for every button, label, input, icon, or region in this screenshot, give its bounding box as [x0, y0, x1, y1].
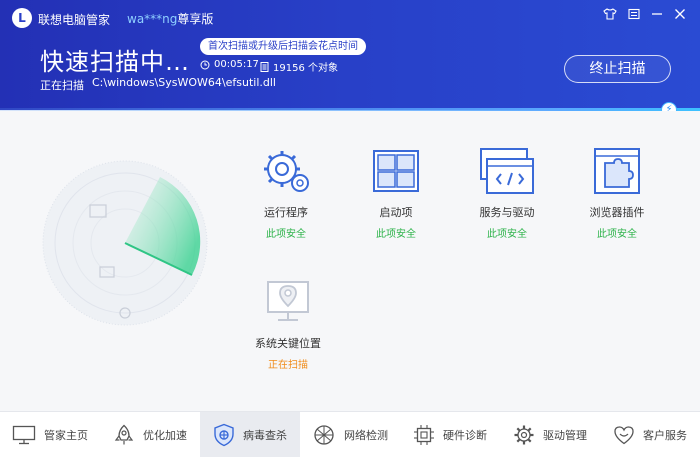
skin-icon[interactable] — [600, 7, 620, 25]
nav-label: 病毒查杀 — [243, 429, 287, 442]
item-label: 启动项 — [379, 206, 413, 219]
nav-hardware[interactable]: 硬件诊断 — [400, 412, 500, 457]
user-tier: 尊享版 — [177, 12, 214, 26]
stop-scan-button[interactable]: 终止扫描 — [564, 55, 671, 83]
menu-icon[interactable] — [624, 7, 644, 25]
nav-home[interactable]: 管家主页 — [0, 412, 100, 457]
item-label: 系统关键位置 — [255, 337, 321, 350]
scan-title: 快速扫描中… — [40, 48, 190, 76]
minimize-icon[interactable] — [647, 7, 667, 25]
close-icon[interactable] — [670, 7, 690, 25]
scan-item-system-key-locations: 系统关键位置 正在扫描 — [238, 278, 338, 371]
app-name: 联想电脑管家 — [38, 13, 111, 27]
object-count: 19156 个对象 — [260, 59, 338, 74]
code-window-icon — [480, 148, 534, 194]
file-icon — [260, 61, 269, 72]
nav-label: 驱动管理 — [543, 429, 587, 442]
item-status: 此项安全 — [597, 229, 637, 240]
item-status: 此项安全 — [266, 229, 306, 240]
item-status: 此项安全 — [487, 229, 527, 240]
item-label: 服务与驱动 — [479, 206, 535, 219]
radar-scanner — [42, 160, 208, 326]
nav-virus-scan[interactable]: 病毒查杀 — [200, 412, 300, 457]
lenovo-logo-icon: L — [12, 8, 32, 28]
scan-path: C:\windows\SysWOW64\efsutil.dll — [92, 76, 276, 89]
nav-label: 管家主页 — [44, 429, 88, 442]
rocket-icon — [114, 424, 134, 445]
location-monitor-icon — [267, 281, 309, 321]
user-account[interactable]: wa***ng尊享版 — [127, 10, 213, 27]
scan-item-services-drivers: 服务与驱动 此项安全 — [457, 147, 557, 240]
scan-item-running-programs: 运行程序 此项安全 — [236, 147, 336, 240]
scan-item-startup: 启动项 此项安全 — [346, 147, 446, 240]
bottom-nav: 管家主页 优化加速 病毒查杀 网络检测 硬件诊断 驱动管理 客户服务 — [0, 411, 700, 457]
elapsed-time: 00:05:17 — [200, 59, 259, 70]
clock-icon — [200, 60, 210, 69]
heart-icon — [614, 426, 634, 445]
nav-label: 网络检测 — [344, 429, 388, 442]
monitor-icon — [12, 425, 36, 445]
user-id: wa***ng — [127, 12, 178, 26]
object-count-value: 19156 个对象 — [273, 63, 338, 74]
scan-item-browser-plugins: 浏览器插件 此项安全 — [567, 147, 667, 240]
gear-icon — [514, 425, 534, 445]
network-icon — [314, 425, 334, 445]
nav-optimize[interactable]: 优化加速 — [100, 412, 200, 457]
chip-icon — [414, 425, 434, 445]
title-bar: L 联想电脑管家 wa***ng尊享版 快速扫描中… 首次扫描或升级后扫描会花点… — [0, 0, 700, 110]
nav-label: 客户服务 — [643, 429, 687, 442]
nav-label: 硬件诊断 — [443, 429, 487, 442]
item-status: 正在扫描 — [268, 360, 308, 371]
nav-support[interactable]: 客户服务 — [600, 412, 700, 457]
nav-driver[interactable]: 驱动管理 — [500, 412, 600, 457]
windows-icon — [373, 150, 419, 192]
promo-badge: 首次扫描或升级后扫描会花点时间 — [200, 38, 366, 55]
nav-label: 优化加速 — [143, 429, 187, 442]
gears-icon — [264, 151, 309, 192]
item-status: 此项安全 — [376, 229, 416, 240]
puzzle-icon — [594, 148, 640, 194]
elapsed-value: 00:05:17 — [214, 59, 259, 70]
shield-icon — [214, 423, 234, 447]
scan-path-label: 正在扫描 — [40, 79, 84, 92]
item-label: 浏览器插件 — [589, 206, 645, 219]
item-label: 运行程序 — [264, 206, 308, 219]
nav-network[interactable]: 网络检测 — [300, 412, 400, 457]
